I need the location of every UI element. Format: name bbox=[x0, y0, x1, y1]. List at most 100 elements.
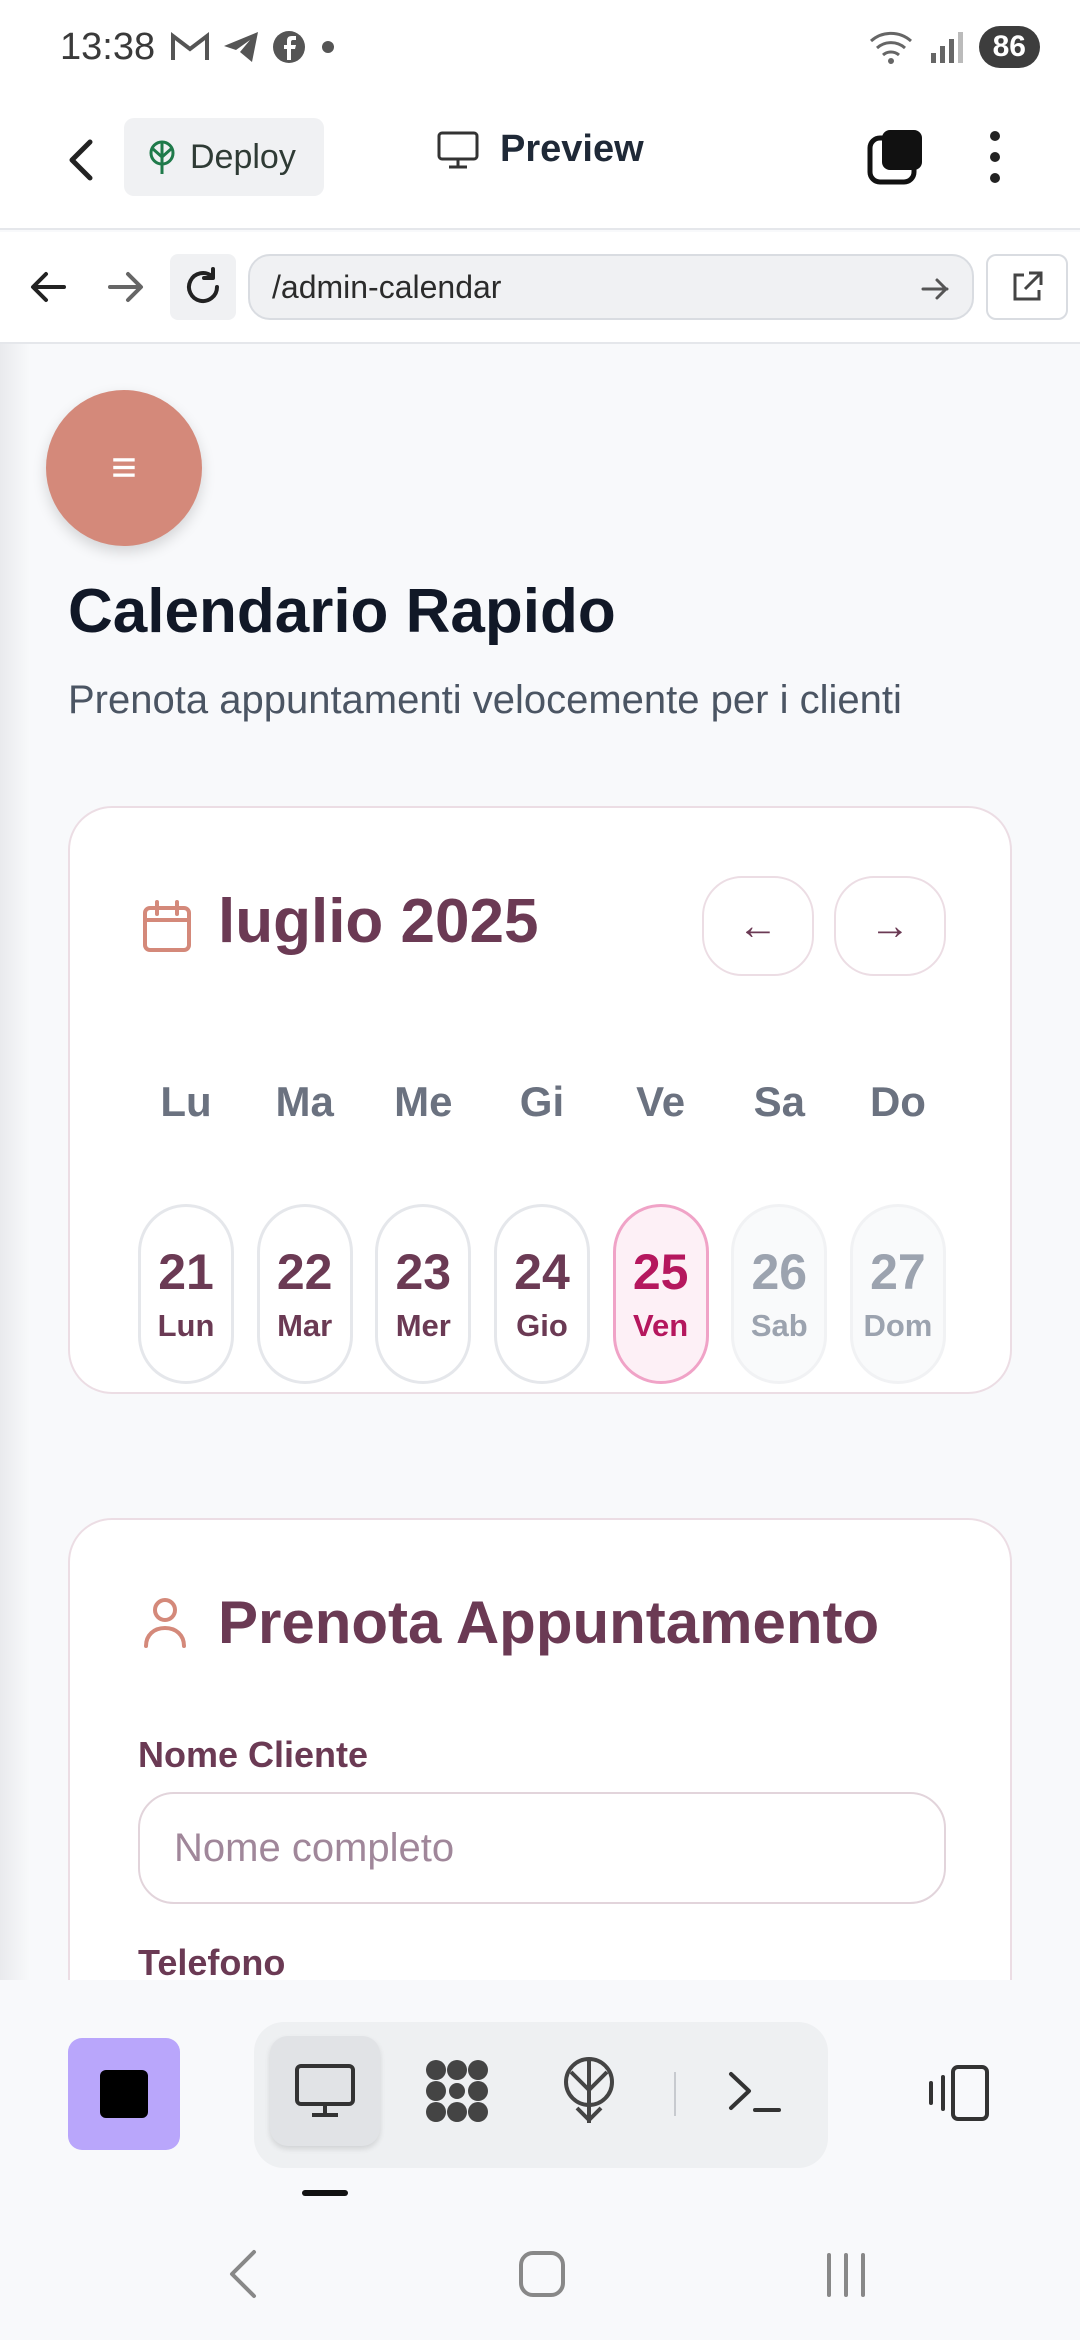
signal-icon bbox=[930, 32, 963, 63]
day-label: Mar bbox=[277, 1307, 333, 1343]
day-button[interactable]: 24 Gio bbox=[493, 1204, 590, 1384]
go-arrow-icon[interactable] bbox=[918, 272, 952, 306]
client-name-label: Nome Cliente bbox=[138, 1734, 369, 1775]
day-label: Sab bbox=[750, 1307, 808, 1343]
day-number: 26 bbox=[751, 1243, 808, 1300]
url-text: /admin-calendar bbox=[272, 268, 502, 305]
month-title: luglio 2025 bbox=[218, 887, 539, 956]
next-week-button[interactable]: → bbox=[834, 876, 946, 976]
reload-button[interactable] bbox=[170, 254, 236, 320]
gmail-icon bbox=[171, 31, 209, 60]
more-notifications-dot bbox=[322, 41, 334, 53]
tabs-icon bbox=[867, 130, 922, 185]
preview-label: Preview bbox=[500, 128, 644, 170]
booking-form-card: Prenota Appuntamento Nome Cliente Telefo… bbox=[68, 1518, 1012, 1980]
day-button[interactable]: 23 Mer bbox=[375, 1204, 472, 1384]
tabs-button[interactable] bbox=[866, 126, 928, 188]
terminal-icon bbox=[729, 2072, 781, 2112]
system-back-button[interactable] bbox=[214, 2244, 274, 2304]
day-number: 23 bbox=[395, 1243, 452, 1300]
weekday-label: Ve bbox=[636, 1078, 686, 1125]
phone-label: Telefono bbox=[138, 1942, 286, 1980]
browser-forward-button[interactable] bbox=[100, 262, 150, 312]
preview-tab[interactable]: Preview bbox=[436, 128, 644, 171]
wifi-icon bbox=[869, 31, 912, 64]
day-number: 25 bbox=[632, 1243, 689, 1300]
toolbar-divider bbox=[674, 2072, 676, 2116]
status-bar: 13:38 86 bbox=[0, 0, 1080, 100]
back-button[interactable] bbox=[52, 130, 112, 190]
day-label: Lun bbox=[157, 1307, 215, 1343]
user-icon bbox=[144, 1598, 186, 1648]
page-title: Calendario Rapido bbox=[68, 577, 616, 646]
weekday-label: Me bbox=[394, 1078, 453, 1125]
prev-arrow-label: ← bbox=[738, 903, 778, 948]
form-title: Prenota Appuntamento bbox=[218, 1589, 880, 1656]
url-field[interactable]: /admin-calendar bbox=[248, 254, 974, 320]
stop-button[interactable] bbox=[68, 2038, 180, 2150]
day-label: Dom bbox=[863, 1307, 933, 1343]
menu-fab-button[interactable]: ≡ bbox=[46, 390, 202, 546]
active-tab-indicator bbox=[302, 2190, 348, 2196]
monitor-icon bbox=[295, 2064, 355, 2117]
chevron-left-icon bbox=[230, 2250, 256, 2298]
preview-view-button[interactable] bbox=[270, 2036, 380, 2146]
device-toggle-button[interactable] bbox=[920, 2038, 996, 2148]
next-arrow-label: → bbox=[870, 903, 910, 948]
day-number: 22 bbox=[276, 1243, 333, 1300]
console-view-button[interactable] bbox=[700, 2036, 810, 2146]
day-label: Ven bbox=[633, 1307, 689, 1343]
agent-view-button[interactable] bbox=[402, 2036, 512, 2146]
facebook-icon bbox=[273, 31, 305, 63]
battery-indicator: 86 bbox=[978, 26, 1040, 68]
day-label: Gio bbox=[516, 1307, 568, 1343]
kebab-menu-icon bbox=[990, 131, 1000, 183]
app-bar: Deploy Preview bbox=[0, 100, 1080, 230]
bottom-toolbar bbox=[0, 1980, 1080, 2200]
deploy-button[interactable]: Deploy bbox=[124, 118, 324, 196]
days-row: 21 Lun 22 Mar 23 Mer 24 Gio 25 Ven 26 Sab 27 Do… bbox=[138, 1204, 946, 1384]
external-link-icon bbox=[1013, 271, 1043, 301]
prev-week-button[interactable]: ← bbox=[702, 876, 814, 976]
page-subtitle: Prenota appuntamenti velocemente per i c… bbox=[68, 678, 902, 722]
calendar-card: luglio 2025 ← → Lu Ma Me Gi Ve Sa Do 21 L… bbox=[68, 806, 1012, 1394]
arrow-left-icon bbox=[31, 272, 66, 302]
deploy-icon bbox=[149, 140, 175, 174]
monitor-icon bbox=[437, 131, 479, 168]
device-frame-icon bbox=[929, 2065, 989, 2121]
day-number: 24 bbox=[514, 1243, 570, 1300]
day-button[interactable]: 22 Mar bbox=[256, 1204, 353, 1384]
agent-icon bbox=[426, 2060, 488, 2122]
chevron-left-icon bbox=[69, 139, 93, 181]
day-button-selected[interactable]: 25 Ven bbox=[612, 1204, 709, 1384]
weekday-label: Do bbox=[869, 1078, 926, 1125]
page-content: ≡ Calendario Rapido Prenota appuntamenti… bbox=[0, 344, 1080, 1980]
notification-icons bbox=[170, 30, 338, 64]
day-button[interactable]: 21 Lun bbox=[138, 1204, 234, 1384]
day-number: 27 bbox=[870, 1243, 926, 1300]
browser-back-button[interactable] bbox=[24, 262, 74, 312]
system-recents-button[interactable] bbox=[816, 2244, 876, 2304]
menu-icon: ≡ bbox=[111, 443, 137, 492]
reload-icon bbox=[187, 267, 219, 303]
deploy-icon bbox=[564, 2057, 614, 2123]
deploy-label: Deploy bbox=[190, 137, 296, 176]
stop-icon bbox=[100, 2070, 148, 2118]
open-external-button[interactable] bbox=[986, 254, 1068, 320]
client-name-input[interactable] bbox=[138, 1792, 946, 1904]
home-icon bbox=[519, 2251, 565, 2297]
arrow-right-icon bbox=[108, 272, 143, 302]
deploy-view-button[interactable] bbox=[534, 2036, 644, 2146]
system-navigation-bar bbox=[0, 2200, 1080, 2340]
view-switcher bbox=[254, 2022, 828, 2168]
telegram-icon bbox=[224, 32, 258, 62]
browser-toolbar: /admin-calendar bbox=[0, 232, 1080, 344]
weekday-header: Lu Ma Me Gi Ve Sa Do bbox=[138, 1078, 946, 1126]
weekday-label: Sa bbox=[753, 1078, 805, 1125]
day-label: Mer bbox=[395, 1307, 451, 1343]
more-options-button[interactable] bbox=[970, 126, 1020, 188]
system-home-button[interactable] bbox=[512, 2244, 572, 2304]
weekday-label: Lu bbox=[160, 1078, 212, 1125]
recents-icon bbox=[827, 2253, 865, 2297]
day-number: 21 bbox=[158, 1243, 214, 1300]
